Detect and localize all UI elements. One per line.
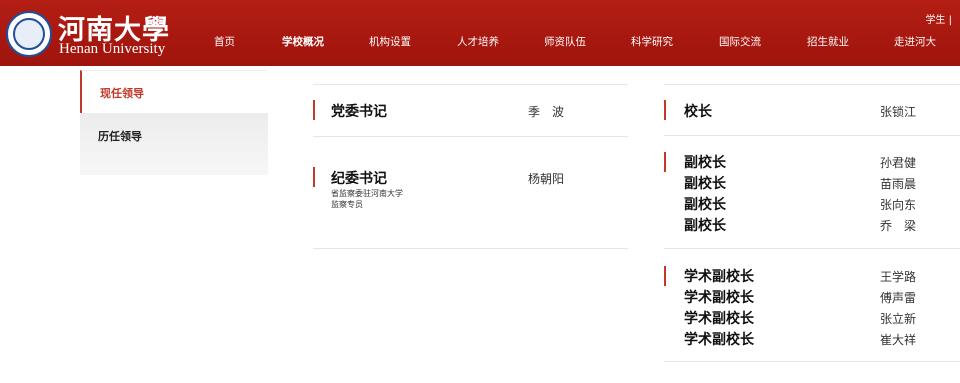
nav-item-about[interactable]: 走进河大	[894, 34, 936, 49]
side-menu-label: 现任领导	[100, 87, 144, 100]
nav-item-departments[interactable]: 机构设置	[369, 34, 411, 49]
nav-item-home[interactable]: 首页	[214, 34, 235, 49]
leader-name: 苗雨晨	[880, 177, 917, 191]
leader-name: 张立新	[880, 312, 917, 326]
nav-item-international[interactable]: 国际交流	[719, 34, 761, 49]
accent-bar	[664, 266, 666, 286]
accent-bar	[664, 152, 666, 172]
leader-card: 党委书记 季 波	[313, 86, 628, 137]
leader-card: 校长 张锁江	[664, 86, 960, 136]
header-bar: 河南大學 Henan University 学生 | 首页 学校概况 机构设置 …	[0, 0, 960, 66]
nav-item-admissions[interactable]: 招生就业	[807, 34, 849, 49]
position-title: 纪委书记	[331, 171, 387, 187]
divider	[313, 84, 628, 85]
leader-card: 副校长 副校长 副校长 副校长 孙君健 苗雨晨 张向东 乔 梁	[664, 136, 960, 249]
leader-name: 季 波	[528, 105, 565, 119]
brand-name-en: Henan University	[59, 41, 166, 57]
top-link-student[interactable]: 学生 |	[925, 11, 952, 26]
nav-item-research[interactable]: 科学研究	[631, 34, 673, 49]
accent-bar	[313, 100, 315, 120]
side-menu: 现任领导 历任领导	[80, 70, 268, 175]
leader-name: 傅声雷	[880, 291, 917, 305]
position-title: 副校长	[684, 155, 726, 171]
main-nav: 首页 学校概况 机构设置 人才培养 师资队伍 科学研究 国际交流 招生就业 走进…	[198, 34, 948, 52]
divider	[664, 84, 960, 85]
position-title: 校长	[684, 104, 712, 120]
position-title: 副校长	[684, 176, 726, 192]
position-title: 学术副校长	[684, 332, 754, 348]
position-title: 副校长	[684, 218, 726, 234]
position-note: 省监察委驻河南大学 监察专员	[331, 189, 403, 209]
nav-item-faculty[interactable]: 师资队伍	[544, 34, 586, 49]
side-menu-item-current[interactable]: 现任领导	[80, 70, 268, 113]
position-title: 学术副校长	[684, 269, 754, 285]
leader-name: 崔大祥	[880, 333, 917, 347]
position-title: 副校长	[684, 197, 726, 213]
leader-name: 张向东	[880, 198, 917, 212]
nav-item-training[interactable]: 人才培养	[457, 34, 499, 49]
leader-name: 杨朝阳	[528, 172, 565, 186]
leader-name: 王学路	[880, 270, 917, 284]
accent-bar	[313, 167, 315, 187]
side-menu-item-history[interactable]: 历任领导	[80, 113, 268, 175]
accent-bar	[664, 100, 666, 120]
university-seal-icon	[6, 11, 52, 57]
position-title: 学术副校长	[684, 290, 754, 306]
leader-name: 乔 梁	[880, 219, 917, 233]
leader-card: 纪委书记 省监察委驻河南大学 监察专员 杨朝阳	[313, 137, 628, 249]
side-menu-label: 历任领导	[98, 130, 142, 143]
position-title: 学术副校长	[684, 311, 754, 327]
nav-item-overview[interactable]: 学校概况	[282, 34, 324, 49]
leader-name: 张锁江	[880, 105, 917, 119]
university-logo[interactable]: 河南大學 Henan University	[6, 8, 176, 60]
position-title: 党委书记	[331, 104, 387, 120]
leader-name: 孙君健	[880, 156, 917, 170]
leader-card: 学术副校长 学术副校长 学术副校长 学术副校长 王学路 傅声雷 张立新 崔大祥	[664, 249, 960, 362]
